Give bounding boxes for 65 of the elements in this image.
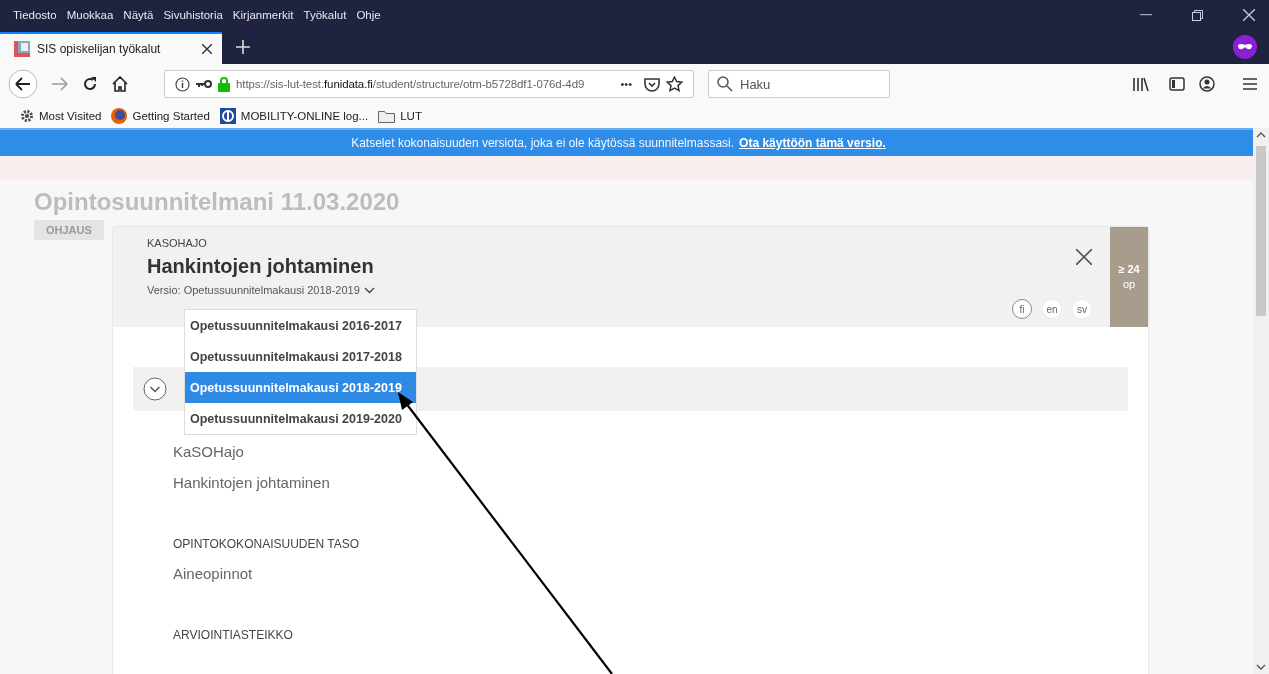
close-icon[interactable] [1076,249,1092,265]
site-icon [14,41,30,57]
menu-item[interactable]: Näytä [122,9,155,21]
site-icon [219,108,236,124]
section-value: Aineopinnot [173,565,254,582]
plus-icon[interactable] [236,40,250,54]
account-icon[interactable] [1199,76,1215,92]
menu-item[interactable]: Kirjanmerkit [231,9,295,21]
version-option[interactable]: Opetussuunnitelmakausi 2019-2020 [185,403,416,434]
forward-icon[interactable] [52,77,68,91]
menu-item[interactable]: Sivuhistoria [162,9,224,21]
section-heading: ARVIOINTIASTEIKKO [173,628,294,642]
chevron-down-icon [363,286,375,294]
bookmark-item[interactable]: Most Visited [20,109,102,123]
menu-item[interactable]: Ohje [355,9,382,21]
back-icon[interactable] [8,69,38,99]
scrollbar[interactable] [1253,128,1269,674]
reload-icon[interactable] [82,76,98,92]
close-icon[interactable] [202,44,212,54]
course-title: Hankintojen johtaminen [147,255,375,278]
version-option[interactable]: Opetussuunnitelmakausi 2017-2018 [185,341,416,372]
minimize-icon[interactable] [1140,14,1152,16]
home-icon[interactable] [112,76,128,92]
version-selector[interactable]: Versio: Opetussuunnitelmakausi 2018-2019 [147,284,375,296]
library-icon[interactable] [1133,76,1149,92]
address-bar[interactable]: https://sis-lut-test.funidata.fi/student/structure/otm-b5728df1-076d-4d9 ••• [164,70,694,98]
gear-icon [20,109,34,123]
star-icon[interactable] [666,76,683,92]
search-field[interactable]: Haku [708,70,890,98]
restore-icon[interactable] [1192,9,1203,21]
scroll-down-icon[interactable] [1256,664,1266,670]
language-button[interactable]: sv [1072,299,1092,319]
language-button[interactable]: en [1042,299,1062,319]
key-icon [196,80,212,88]
more-actions-button[interactable]: ••• [620,78,632,90]
version-option[interactable]: Opetussuunnitelmakausi 2018-2019 [185,372,416,403]
scroll-up-icon[interactable] [1256,132,1266,138]
bookmark-item[interactable]: LUT [378,109,422,123]
name-value: KaSOHajo [173,443,245,460]
sidebar-icon[interactable] [1169,77,1185,91]
browser-tab[interactable]: SIS opiskelijan työkalut [0,32,222,64]
lock-icon [218,76,230,92]
plan-title: Opintosuunnitelmani 11.03.2020 [33,187,401,216]
course-code: KASOHAJO [147,237,208,249]
bookmark-item[interactable]: MOBILITY-ONLINE log... [219,108,369,124]
name-value: Hankintojen johtaminen [173,474,331,491]
credits-tag: ≥ 24 op [1110,227,1148,327]
section-heading: OPINTOKOKONAISUUDEN TASO [173,537,361,551]
chevron-down-icon[interactable] [143,377,167,401]
menu-item[interactable]: Tiedosto [12,9,58,21]
globe-icon [111,108,128,124]
scrollbar-thumb[interactable] [1256,146,1266,316]
language-button[interactable]: fi [1012,299,1032,319]
folder-icon [378,109,396,123]
mask-icon [1233,35,1257,59]
menu-item[interactable]: Työkalut [302,9,348,21]
search-icon [717,76,733,92]
version-option[interactable]: Opetussuunnitelmakausi 2016-2017 [185,310,416,341]
info-icon[interactable] [175,76,190,92]
url-text: https://sis-lut-test.funidata.fi/student/structure/otm-b5728df1-076d-4d9 [236,78,586,90]
menu-icon[interactable] [1243,78,1257,90]
banner-message: Katselet kokonaisuuden versiota, joka ei ole käytössä suunnitelmassasi. [351,136,735,150]
pocket-icon[interactable] [644,76,660,92]
bookmark-item[interactable]: Getting Started [111,108,210,124]
menu-item[interactable]: Muokkaa [65,9,115,21]
